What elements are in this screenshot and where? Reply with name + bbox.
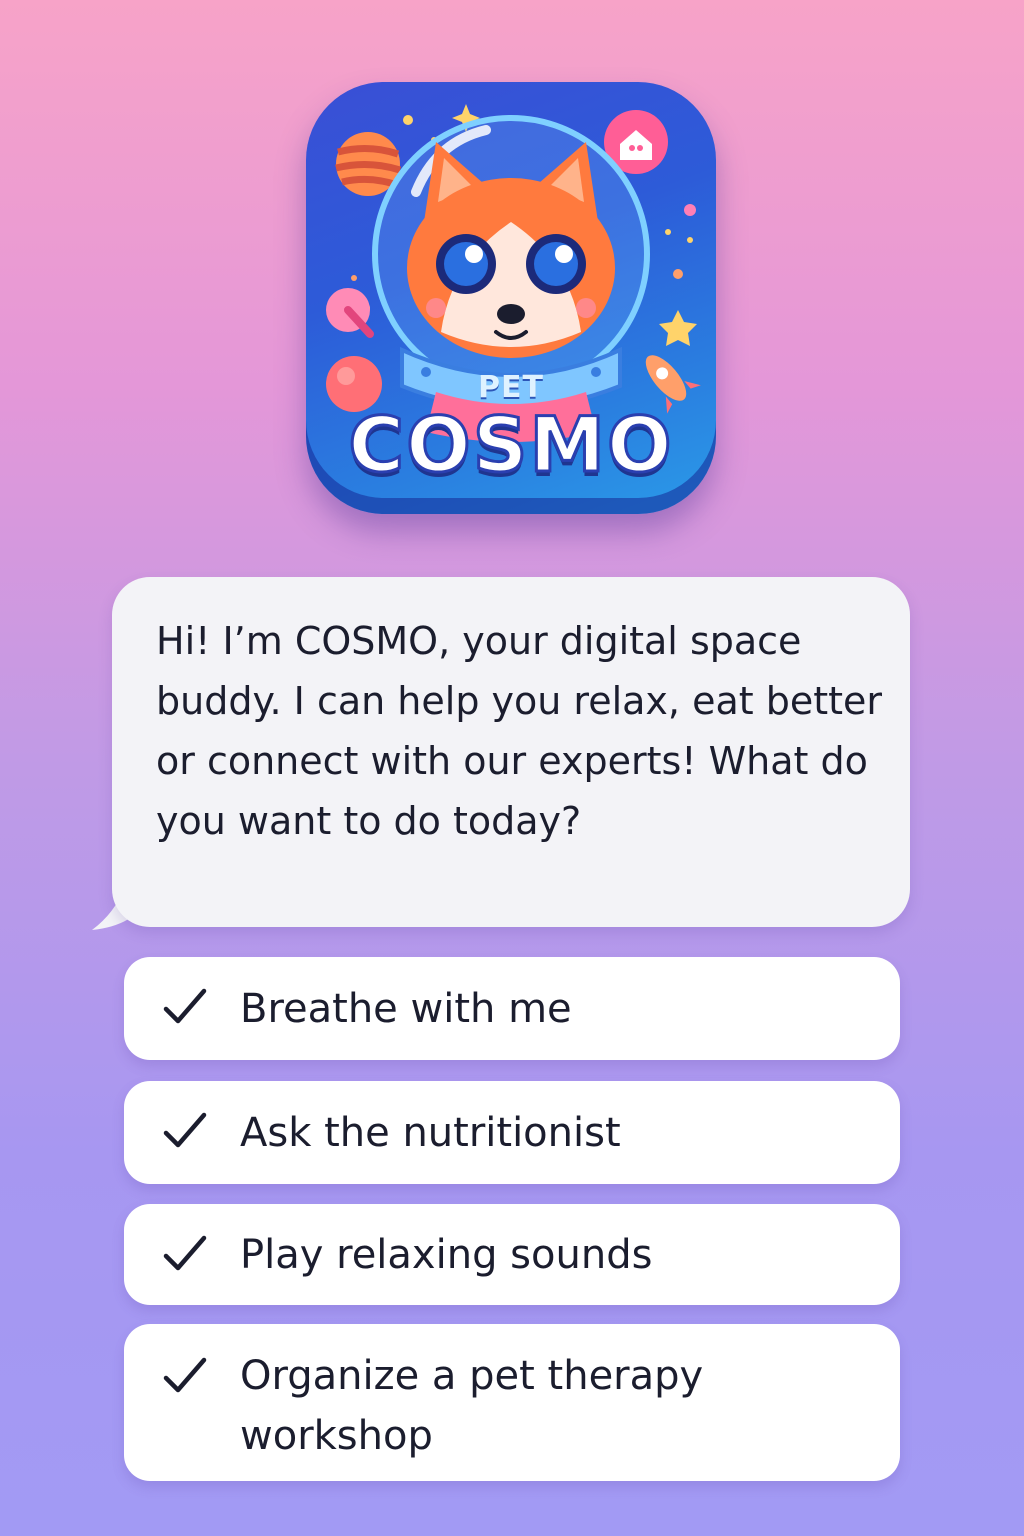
option-label: Breathe with me xyxy=(240,986,572,1032)
checkmark-icon xyxy=(163,1235,207,1271)
checkmark-icon xyxy=(163,1112,207,1148)
app-icon-title: COSMO xyxy=(347,399,674,491)
option-breathe-with-me[interactable]: Breathe with me xyxy=(124,957,900,1060)
checkmark-icon xyxy=(163,1357,207,1393)
app-icon[interactable]: PET COSMO xyxy=(306,82,716,514)
option-label: Ask the nutritionist xyxy=(240,1110,621,1156)
option-play-relaxing-sounds[interactable]: Play relaxing sounds xyxy=(124,1204,900,1305)
option-organize-pet-therapy-workshop[interactable]: Organize a pet therapy workshop xyxy=(124,1324,900,1481)
toy-icon xyxy=(326,288,374,338)
option-label: Organize a pet therapy workshop xyxy=(240,1353,704,1459)
checkmark-icon xyxy=(163,988,207,1024)
option-ask-the-nutritionist[interactable]: Ask the nutritionist xyxy=(124,1081,900,1184)
option-label: Play relaxing sounds xyxy=(240,1232,653,1278)
chat-message: Hi! I’m COSMO, your digital space buddy.… xyxy=(156,619,883,843)
chat-bubble: Hi! I’m COSMO, your digital space buddy.… xyxy=(112,577,910,927)
